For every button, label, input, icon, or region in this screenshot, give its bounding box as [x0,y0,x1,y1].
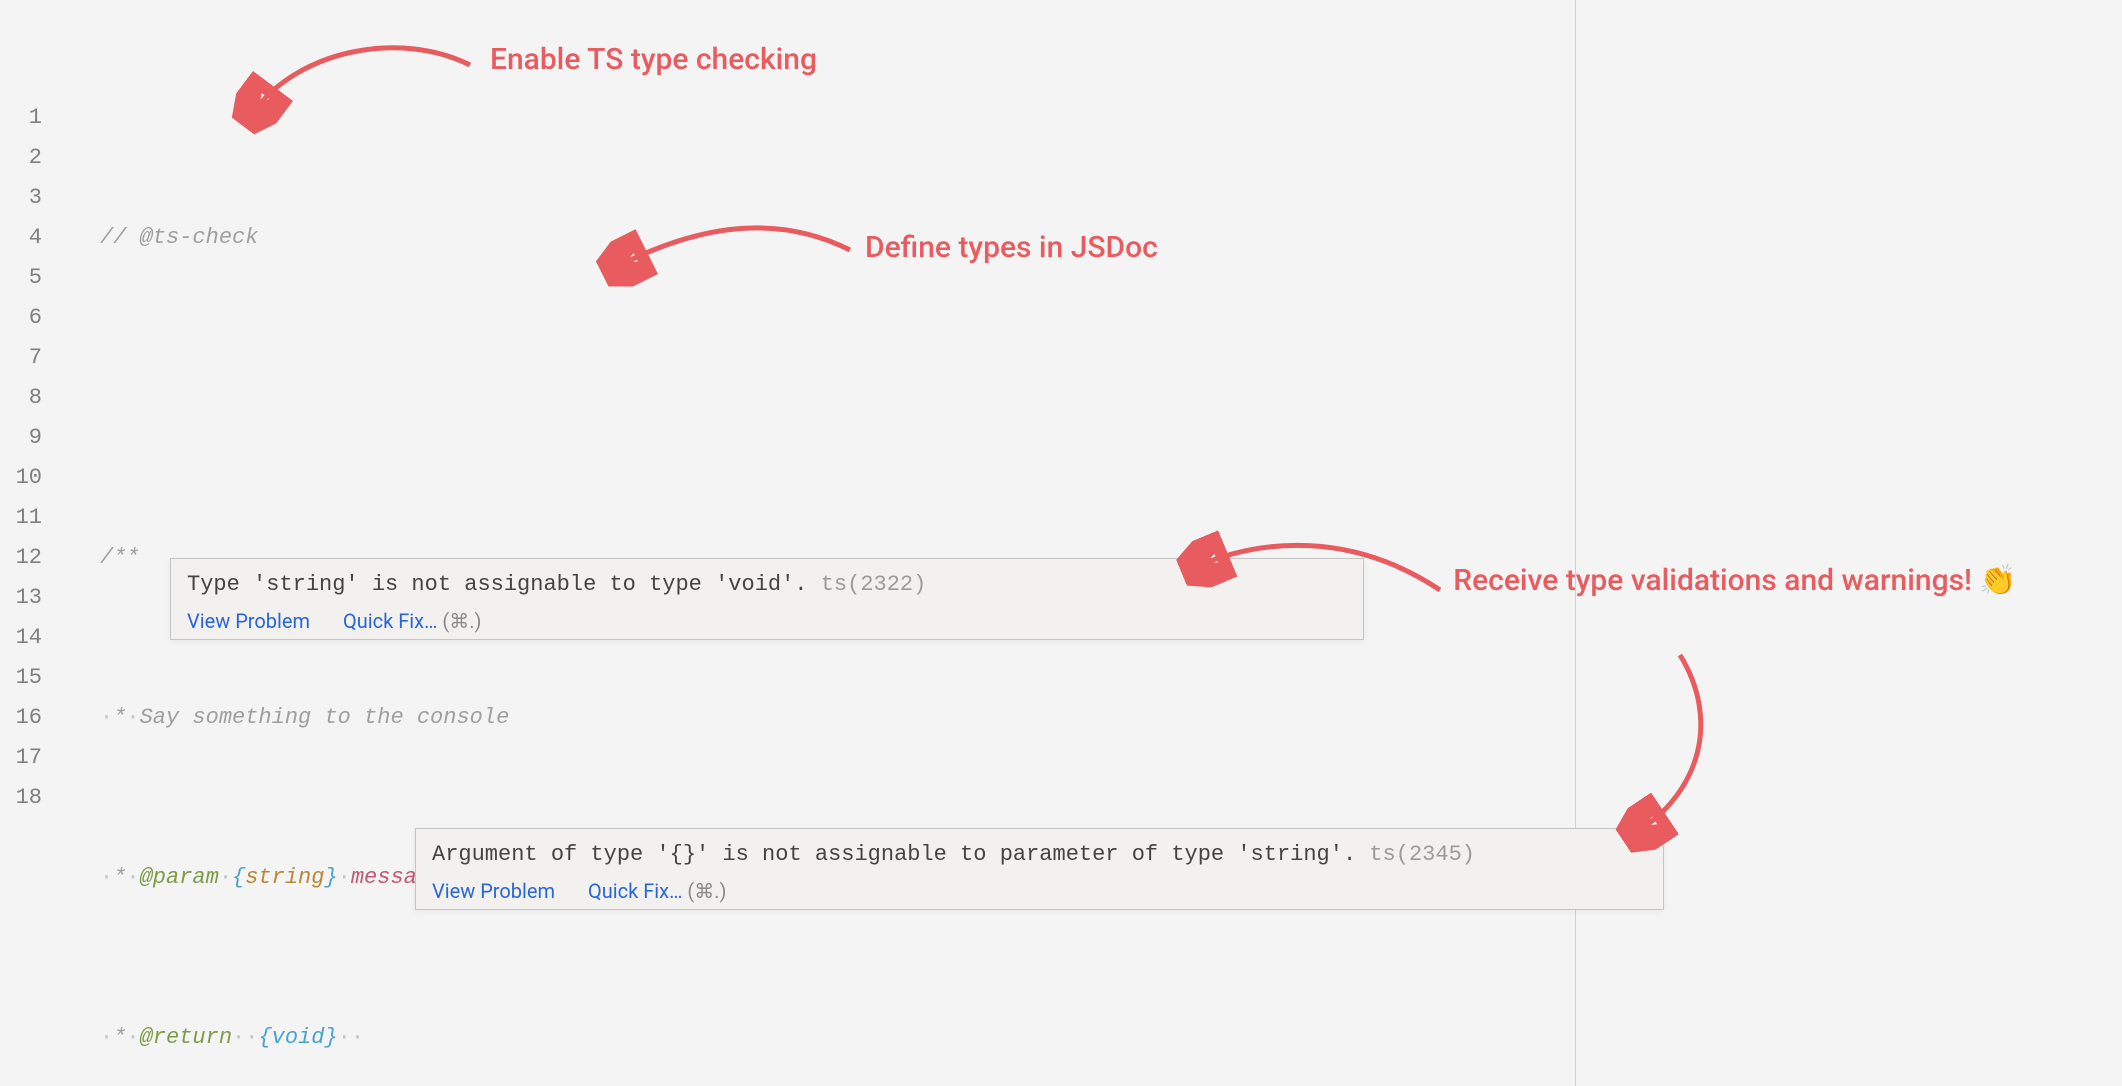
line-number: 11 [0,498,60,538]
line-number: 1 [0,98,60,138]
code-editor: 1 2 3 4 5 6 7 8 9 10 11 12 13 14 15 16 1… [0,0,2122,1086]
code-line[interactable] [100,378,575,418]
jsdoc-type: string [245,865,324,890]
line-number: 16 [0,698,60,738]
ts-check-comment: // @ts-check [100,225,258,250]
view-problem-link[interactable]: View Problem [432,879,555,903]
quick-fix-link[interactable]: Quick Fix… (⌘.) [588,879,727,903]
line-number: 14 [0,618,60,658]
annotation-label: Define types in JSDoc [865,230,1158,265]
line-number: 10 [0,458,60,498]
line-number: 5 [0,258,60,298]
code-line[interactable]: ·*·Say something to the console [100,698,575,738]
line-number: 15 [0,658,60,698]
jsdoc-open: /** [100,545,140,570]
line-number: 7 [0,338,60,378]
annotation-label: Enable TS type checking [490,42,817,77]
line-number: 4 [0,218,60,258]
type-error-popup: Type 'string' is not assignable to type … [170,558,1364,640]
error-message: Argument of type '{}' is not assignable … [432,839,1647,871]
shortcut: (⌘.) [687,879,726,903]
jsdoc-summary: Say something to the console [140,705,510,730]
error-message: Type 'string' is not assignable to type … [187,569,1347,601]
column-ruler [1575,0,1576,1086]
jsdoc-tag: @param [140,865,219,890]
jsdoc-tag: @return [140,1025,232,1050]
line-number: 18 [0,778,60,818]
line-number: 17 [0,738,60,778]
type-error-popup: Argument of type '{}' is not assignable … [415,828,1664,910]
code-line[interactable]: // @ts-check [100,218,575,258]
view-problem-link[interactable]: View Problem [187,609,310,633]
line-number: 8 [0,378,60,418]
error-code: ts(2345) [1369,842,1475,867]
jsdoc-type: void [272,1025,325,1050]
line-number: 13 [0,578,60,618]
line-number-gutter: 1 2 3 4 5 6 7 8 9 10 11 12 13 14 15 16 1… [0,98,60,818]
code-line[interactable]: ·*·@return··{void}·· [100,1018,575,1058]
line-number: 2 [0,138,60,178]
quick-fix-link[interactable]: Quick Fix… (⌘.) [343,609,482,633]
line-number: 3 [0,178,60,218]
line-number: 12 [0,538,60,578]
line-number: 9 [0,418,60,458]
line-number: 6 [0,298,60,338]
annotation-label: Receive type validations and warnings! 👏 [1450,560,2020,602]
shortcut: (⌘.) [442,609,481,633]
error-code: ts(2322) [821,572,927,597]
